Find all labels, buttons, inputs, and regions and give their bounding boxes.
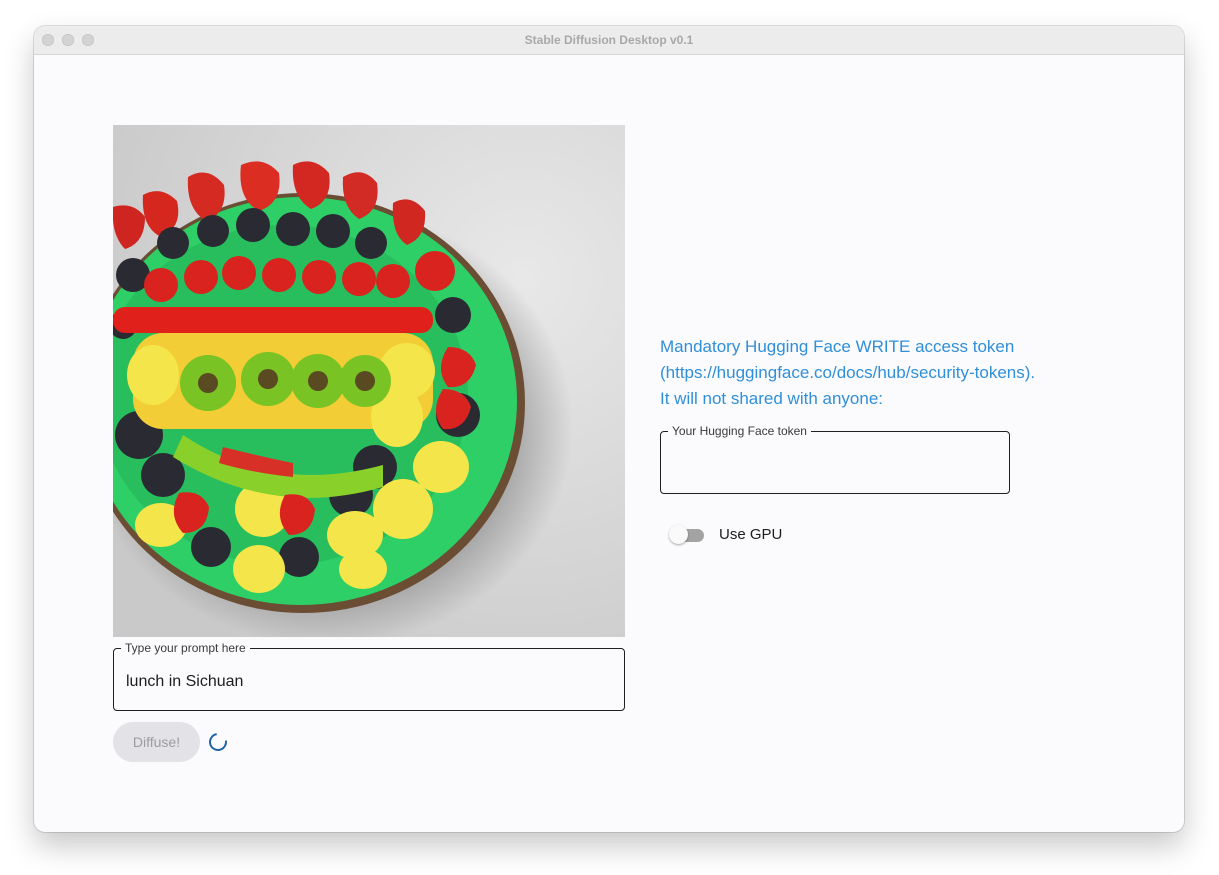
use-gpu-label: Use GPU [719, 526, 783, 543]
generated-image [113, 125, 625, 637]
title-bar[interactable]: Stable Diffusion Desktop v0.1 [34, 26, 1184, 55]
diffuse-button[interactable]: Diffuse! [113, 722, 200, 762]
window-title: Stable Diffusion Desktop v0.1 [524, 33, 694, 47]
prompt-field-label: Type your prompt here [121, 641, 250, 655]
progress-spinner-icon [205, 729, 231, 755]
switch-thumb [669, 525, 688, 544]
token-field-label: Your Hugging Face token [668, 424, 811, 438]
token-notice: Mandatory Hugging Face WRITE access toke… [660, 337, 1036, 408]
token-field[interactable]: Your Hugging Face token [660, 424, 1010, 494]
prompt-input[interactable]: lunch in Sichuan [126, 673, 243, 691]
prompt-field[interactable]: Type your prompt here lunch in Sichuan [113, 641, 625, 711]
app-window: Stable Diffusion Desktop v0.1 Type your … [34, 26, 1184, 832]
use-gpu-switch[interactable] [668, 525, 706, 545]
